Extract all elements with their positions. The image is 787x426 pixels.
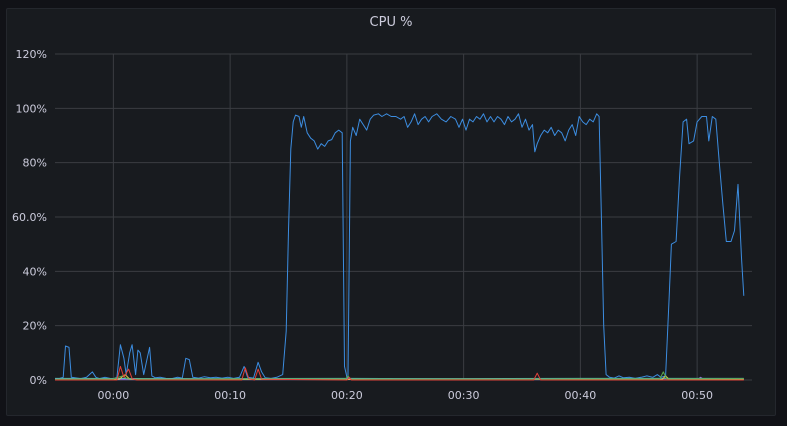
- x-tick-label: 00:30: [448, 389, 480, 402]
- y-tick-label: 0%: [30, 374, 47, 387]
- grid-lines: [55, 53, 752, 381]
- series-line-cpu_main[interactable]: [54, 113, 745, 380]
- series-lines: [54, 113, 745, 381]
- cpu-chart[interactable]: 0% 20% 40% 60.0% 80% 100% 120% 00:00 00:10 00:20…: [0, 0, 787, 426]
- y-tick-label: 100%: [16, 102, 47, 115]
- x-axis-labels: 00:00 00:10 00:20 00:30 00:40 00:50: [98, 389, 713, 402]
- y-axis-labels: 0% 20% 40% 60.0% 80% 100% 120%: [12, 48, 47, 387]
- x-tick-label: 00:40: [565, 389, 597, 402]
- x-tick-label: 00:20: [331, 389, 363, 402]
- y-tick-label: 20%: [23, 320, 47, 333]
- y-tick-label: 120%: [16, 48, 47, 61]
- x-tick-label: 00:00: [98, 389, 130, 402]
- y-tick-label: 60.0%: [12, 211, 47, 224]
- x-tick-label: 00:50: [681, 389, 713, 402]
- y-tick-label: 80%: [23, 157, 47, 170]
- x-tick-label: 00:10: [214, 389, 246, 402]
- y-tick-label: 40%: [23, 265, 47, 278]
